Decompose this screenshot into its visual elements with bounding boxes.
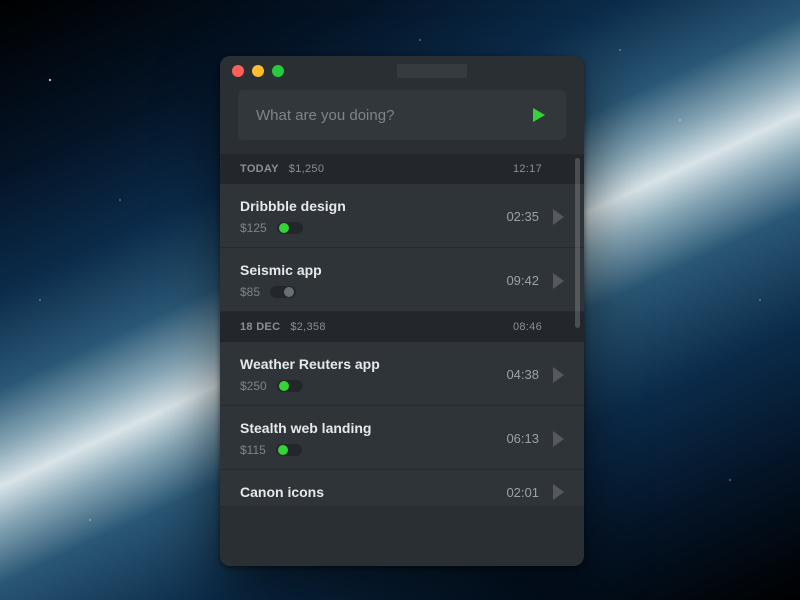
- task-input[interactable]: [254, 106, 528, 125]
- entry-price: $250: [240, 379, 267, 393]
- entry-name: Seismic app: [240, 262, 497, 278]
- time-entry-row[interactable]: Seismic app $85 09:42: [220, 248, 584, 312]
- entry-name: Dribbble design: [240, 198, 497, 214]
- time-entry-row[interactable]: Weather Reuters app $250 04:38: [220, 342, 584, 406]
- day-total-amount: $2,358: [290, 321, 325, 333]
- window-title: [292, 64, 572, 78]
- minimize-traffic-light[interactable]: [252, 65, 264, 77]
- play-icon: [533, 108, 545, 122]
- resume-play-icon[interactable]: [553, 273, 564, 289]
- window-titlebar: [220, 56, 584, 86]
- entry-price: $85: [240, 285, 260, 299]
- resume-play-icon[interactable]: [553, 209, 564, 225]
- entry-price: $115: [240, 443, 266, 457]
- start-timer-button[interactable]: [528, 104, 550, 126]
- day-header: 18 DEC $2,358 08:46: [220, 312, 584, 342]
- new-entry-bar: [238, 90, 566, 140]
- entry-duration: 06:13: [497, 431, 539, 446]
- resume-play-icon[interactable]: [553, 367, 564, 383]
- close-traffic-light[interactable]: [232, 65, 244, 77]
- time-entry-row[interactable]: Canon icons 02:01: [220, 470, 584, 507]
- timer-app-window: TODAY $1,250 12:17 Dribbble design $125 …: [220, 56, 584, 566]
- time-entry-row[interactable]: Stealth web landing $115 06:13: [220, 406, 584, 470]
- entry-duration: 09:42: [497, 273, 539, 288]
- entry-name: Canon icons: [240, 484, 497, 500]
- entry-duration: 02:01: [497, 485, 539, 500]
- entry-price: $125: [240, 221, 267, 235]
- resume-play-icon[interactable]: [553, 431, 564, 447]
- day-total-time: 08:46: [513, 321, 564, 333]
- zoom-traffic-light[interactable]: [272, 65, 284, 77]
- day-header: TODAY $1,250 12:17: [220, 154, 584, 184]
- scrollbar-thumb[interactable]: [575, 158, 580, 328]
- day-total-time: 12:17: [513, 163, 564, 175]
- billable-toggle[interactable]: [277, 380, 303, 392]
- day-label: TODAY: [240, 163, 279, 175]
- entry-duration: 02:35: [497, 209, 539, 224]
- time-entry-row[interactable]: Dribbble design $125 02:35: [220, 184, 584, 248]
- entries-list: TODAY $1,250 12:17 Dribbble design $125 …: [220, 154, 584, 566]
- entry-name: Stealth web landing: [240, 420, 497, 436]
- day-label: 18 DEC: [240, 321, 280, 333]
- billable-toggle[interactable]: [277, 222, 303, 234]
- billable-toggle[interactable]: [270, 286, 296, 298]
- entry-duration: 04:38: [497, 367, 539, 382]
- day-total-amount: $1,250: [289, 163, 324, 175]
- billable-toggle[interactable]: [276, 444, 302, 456]
- resume-play-icon[interactable]: [553, 484, 564, 500]
- entry-name: Weather Reuters app: [240, 356, 497, 372]
